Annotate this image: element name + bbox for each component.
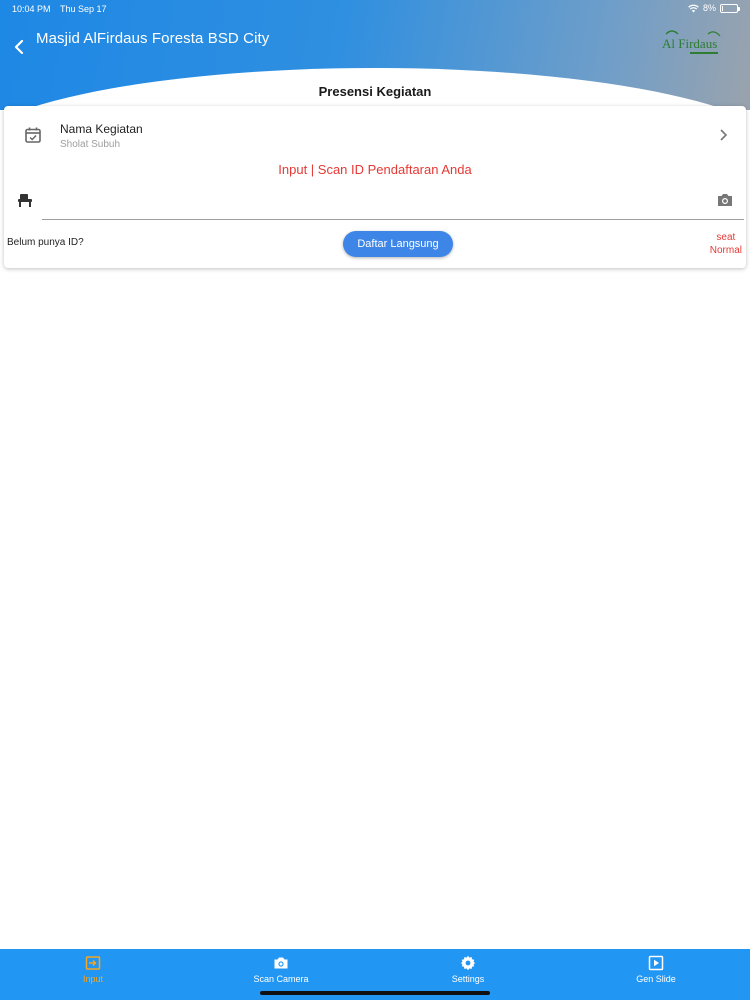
nav-item-scan-camera[interactable]: Scan Camera bbox=[221, 955, 341, 984]
attendance-card: Nama Kegiatan Sholat Subuh Input | Scan … bbox=[4, 106, 746, 268]
section-title: Presensi Kegiatan bbox=[318, 84, 432, 99]
battery-fill bbox=[722, 5, 723, 11]
nav-label-scan-camera: Scan Camera bbox=[253, 974, 309, 984]
gear-icon bbox=[460, 955, 476, 971]
activity-selector[interactable]: Nama Kegiatan Sholat Subuh bbox=[4, 112, 746, 158]
activity-value: Sholat Subuh bbox=[60, 139, 121, 150]
seat-mode-toggle[interactable]: seat Normal bbox=[710, 231, 742, 257]
wifi-icon bbox=[688, 4, 699, 13]
status-right: 8% bbox=[688, 3, 740, 13]
alfirdaus-logo: Al Firdaus bbox=[662, 30, 721, 54]
svg-text:Al Firdaus: Al Firdaus bbox=[662, 36, 717, 51]
seat-label: seat bbox=[716, 232, 736, 243]
chevron-left-icon bbox=[14, 40, 24, 54]
chevron-right-icon bbox=[720, 129, 728, 141]
register-now-button[interactable]: Daftar Langsung bbox=[343, 231, 453, 257]
input-icon bbox=[85, 956, 101, 970]
seat-icon bbox=[18, 194, 32, 207]
camera-icon bbox=[274, 957, 288, 969]
home-indicator bbox=[260, 991, 490, 995]
nav-label-input: Input bbox=[82, 974, 104, 984]
nav-label-settings: Settings bbox=[451, 974, 485, 984]
seat-mode-value: Normal bbox=[709, 245, 742, 256]
nav-item-settings[interactable]: Settings bbox=[408, 955, 528, 984]
nav-item-gen-slide[interactable]: Gen Slide bbox=[596, 955, 716, 984]
registration-id-input[interactable] bbox=[42, 186, 744, 220]
nav-label-gen-slide: Gen Slide bbox=[636, 974, 676, 984]
nav-item-input[interactable]: Input bbox=[33, 955, 153, 984]
app-screen: 10:04 PM Thu Sep 17 8% Masjid AlFirdaus … bbox=[0, 0, 750, 1000]
status-time: 10:04 PM bbox=[12, 4, 51, 14]
back-button[interactable] bbox=[8, 36, 30, 58]
calendar-check-icon bbox=[25, 127, 41, 143]
camera-icon[interactable] bbox=[716, 191, 734, 209]
status-bar: 10:04 PM Thu Sep 17 8% bbox=[0, 0, 750, 18]
play-slide-icon bbox=[648, 955, 664, 971]
id-input-row bbox=[4, 186, 746, 220]
status-date: Thu Sep 17 bbox=[60, 4, 107, 14]
no-id-prompt: Belum punya ID? bbox=[7, 237, 84, 248]
scan-hint: Input | Scan ID Pendaftaran Anda bbox=[278, 162, 472, 177]
battery-icon bbox=[720, 3, 740, 13]
battery-percent: 8% bbox=[702, 3, 716, 13]
app-title: Masjid AlFirdaus Foresta BSD City bbox=[36, 30, 270, 47]
activity-label: Nama Kegiatan bbox=[60, 122, 143, 136]
